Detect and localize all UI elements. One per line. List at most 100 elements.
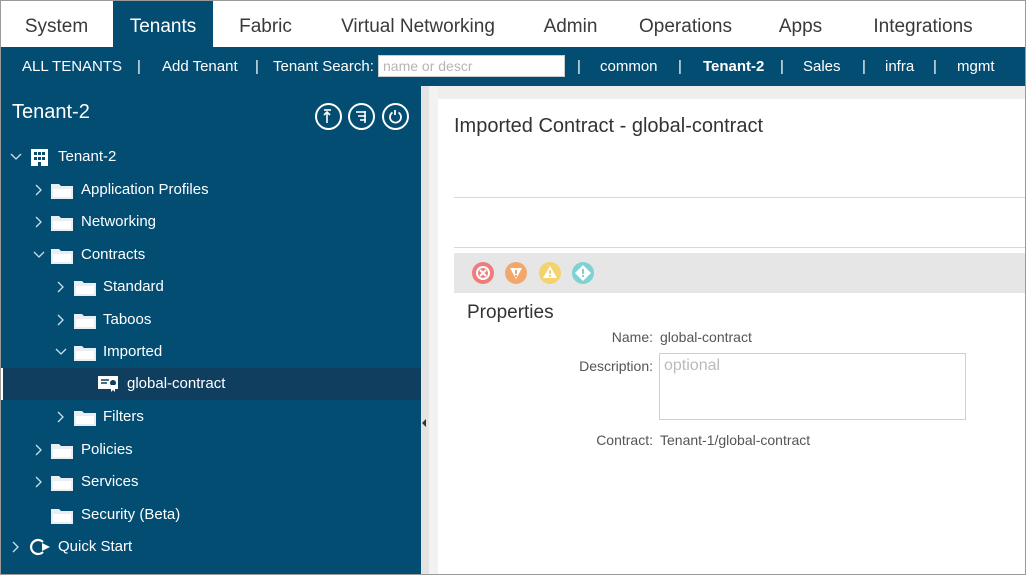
description-field[interactable] bbox=[659, 353, 966, 420]
tab-system[interactable]: System bbox=[0, 1, 113, 48]
folder-icon bbox=[51, 476, 73, 491]
tenant-link-sales[interactable]: Sales bbox=[803, 47, 841, 86]
tree-label: Services bbox=[81, 473, 139, 490]
chevron-right-icon[interactable] bbox=[32, 206, 46, 238]
tree-node-networking[interactable]: Networking bbox=[0, 206, 421, 238]
separator: | bbox=[678, 58, 682, 75]
tenant-search-label: Tenant Search: bbox=[273, 58, 374, 75]
tree-node-filters[interactable]: Filters bbox=[0, 401, 421, 433]
divider bbox=[454, 247, 1026, 248]
tree-node-standard[interactable]: Standard bbox=[0, 271, 421, 303]
contract-label: Contract: bbox=[596, 432, 653, 448]
list-filter-icon bbox=[356, 111, 366, 123]
folder-icon bbox=[74, 411, 96, 426]
folder-icon bbox=[51, 444, 73, 459]
chevron-down-icon[interactable] bbox=[9, 141, 23, 173]
separator: | bbox=[780, 58, 784, 75]
separator: | bbox=[577, 58, 581, 75]
refresh-icon bbox=[389, 110, 402, 124]
fault-summary-bar bbox=[454, 253, 1026, 293]
tree-node-services[interactable]: Services bbox=[0, 466, 421, 498]
add-tenant-link[interactable]: Add Tenant bbox=[162, 47, 238, 86]
tree-label: Filters bbox=[103, 408, 144, 425]
tree-label: Tenant-2 bbox=[58, 148, 117, 165]
collapse-to-top-button[interactable] bbox=[315, 103, 342, 130]
chevron-right-icon[interactable] bbox=[54, 304, 68, 336]
chevron-right-icon[interactable] bbox=[32, 466, 46, 498]
tree-label: Quick Start bbox=[58, 538, 133, 555]
refresh-button[interactable] bbox=[382, 103, 409, 130]
name-value: global-contract bbox=[660, 329, 752, 345]
tree-label: Security (Beta) bbox=[81, 506, 181, 523]
collapse-arrow-icon[interactable] bbox=[422, 419, 426, 427]
tab-virtual-networking[interactable]: Virtual Networking bbox=[318, 1, 518, 48]
arrow-up-icon bbox=[323, 109, 331, 123]
top-nav: System Tenants Fabric Virtual Networking… bbox=[0, 0, 1026, 48]
tab-operations[interactable]: Operations bbox=[623, 1, 748, 48]
tab-integrations[interactable]: Integrations bbox=[853, 1, 993, 48]
chevron-right-icon[interactable] bbox=[54, 401, 68, 433]
separator: | bbox=[255, 58, 259, 75]
tree-node-global-contract[interactable]: global-contract bbox=[0, 368, 421, 400]
tree-label: Networking bbox=[81, 213, 157, 230]
tenant-link-tenant-2[interactable]: Tenant-2 bbox=[703, 47, 764, 86]
folder-icon bbox=[74, 314, 96, 329]
tree-label: Policies bbox=[81, 441, 133, 458]
quick-start-icon bbox=[30, 538, 50, 556]
tree-label: global-contract bbox=[127, 375, 226, 392]
tree-label: Standard bbox=[103, 278, 164, 295]
top-band bbox=[429, 86, 1026, 99]
folder-icon bbox=[51, 216, 73, 231]
contract-icon bbox=[98, 376, 118, 392]
sidebar-title: Tenant-2 bbox=[12, 101, 90, 123]
navigation-sidebar: Tenant-2 Tenant-2 Application Profiles N… bbox=[0, 86, 421, 575]
tree-node-security[interactable]: Security (Beta) bbox=[0, 499, 421, 531]
filter-list-button[interactable] bbox=[348, 103, 375, 130]
tab-apps[interactable]: Apps bbox=[748, 1, 853, 48]
separator: | bbox=[933, 58, 937, 75]
tree-node-quick-start[interactable]: Quick Start bbox=[0, 531, 421, 563]
tab-tenants[interactable]: Tenants bbox=[113, 1, 213, 48]
tree-label: Taboos bbox=[103, 311, 152, 328]
all-tenants-link[interactable]: ALL TENANTS bbox=[22, 47, 122, 86]
chevron-down-icon[interactable] bbox=[32, 239, 46, 271]
tree-node-tenant[interactable]: Tenant-2 bbox=[0, 141, 421, 173]
contract-value: Tenant-1/global-contract bbox=[660, 432, 811, 448]
description-label: Description: bbox=[579, 358, 653, 374]
divider bbox=[454, 197, 1026, 198]
building-icon bbox=[31, 149, 48, 166]
tree-label: Application Profiles bbox=[81, 181, 209, 198]
content-panel: Imported Contract - global-contract Prop… bbox=[429, 86, 1026, 575]
folder-icon bbox=[74, 346, 96, 361]
properties-heading: Properties bbox=[467, 302, 554, 323]
separator: | bbox=[137, 58, 141, 75]
critical-fault-icon[interactable] bbox=[472, 262, 494, 284]
tree-node-contracts[interactable]: Contracts bbox=[0, 239, 421, 271]
tree-node-policies[interactable]: Policies bbox=[0, 434, 421, 466]
tab-fabric[interactable]: Fabric bbox=[213, 1, 318, 48]
chevron-right-icon[interactable] bbox=[32, 174, 46, 206]
panel-splitter[interactable] bbox=[421, 86, 429, 575]
chevron-right-icon[interactable] bbox=[54, 271, 68, 303]
tab-admin[interactable]: Admin bbox=[518, 1, 623, 48]
separator: | bbox=[862, 58, 866, 75]
name-label: Name: bbox=[611, 329, 653, 345]
chevron-down-icon[interactable] bbox=[54, 336, 68, 368]
warning-fault-icon[interactable] bbox=[572, 262, 594, 284]
tree-node-imported[interactable]: Imported bbox=[0, 336, 421, 368]
tenant-link-infra[interactable]: infra bbox=[885, 47, 914, 86]
tenant-link-common[interactable]: common bbox=[600, 47, 658, 86]
major-fault-icon[interactable] bbox=[505, 262, 527, 284]
tree-node-taboos[interactable]: Taboos bbox=[0, 304, 421, 336]
tree-node-application-profiles[interactable]: Application Profiles bbox=[0, 174, 421, 206]
folder-icon bbox=[74, 281, 96, 296]
chevron-right-icon[interactable] bbox=[9, 531, 23, 563]
folder-icon bbox=[51, 509, 73, 524]
chevron-right-icon[interactable] bbox=[32, 434, 46, 466]
tenant-link-mgmt[interactable]: mgmt bbox=[957, 47, 995, 86]
minor-fault-icon[interactable] bbox=[539, 262, 561, 284]
left-band bbox=[429, 86, 438, 575]
tenant-search-input[interactable] bbox=[378, 55, 565, 77]
tree-label: Imported bbox=[103, 343, 163, 360]
page-title: Imported Contract - global-contract bbox=[454, 115, 764, 137]
